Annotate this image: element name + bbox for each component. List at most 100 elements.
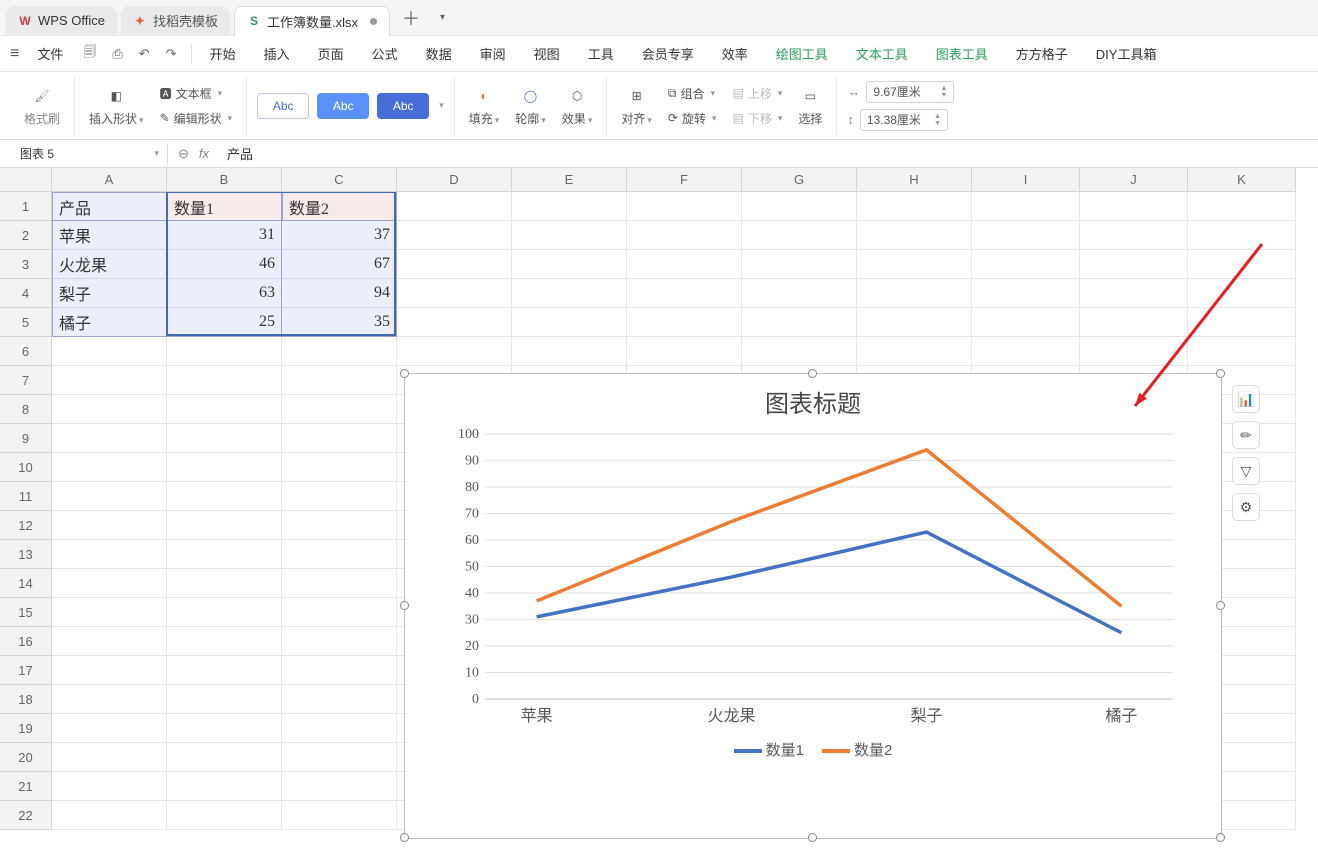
cell-B3[interactable]: 46 — [167, 250, 282, 279]
fbar-fx-icon[interactable]: fx — [199, 146, 209, 161]
cell-C21[interactable] — [282, 772, 397, 801]
cell-G2[interactable] — [742, 221, 857, 250]
cell-G1[interactable] — [742, 192, 857, 221]
select-all-corner[interactable] — [0, 168, 52, 192]
menu-效率[interactable]: 效率 — [712, 38, 758, 69]
row-header-14[interactable]: 14 — [0, 569, 52, 598]
cell-B11[interactable] — [167, 482, 282, 511]
cell-F4[interactable] — [627, 279, 742, 308]
cell-B13[interactable] — [167, 540, 282, 569]
cell-I1[interactable] — [972, 192, 1080, 221]
cell-B6[interactable] — [167, 337, 282, 366]
shape-style-2[interactable]: Abc — [317, 93, 369, 119]
row-header-20[interactable]: 20 — [0, 743, 52, 772]
cell-A16[interactable] — [52, 627, 167, 656]
cell-C2[interactable]: 37 — [282, 221, 397, 250]
cell-I3[interactable] — [972, 250, 1080, 279]
cell-A3[interactable]: 火龙果 — [52, 250, 167, 279]
menu-方方格子[interactable]: 方方格子 — [1006, 38, 1078, 69]
cell-A8[interactable] — [52, 395, 167, 424]
menu-DIY工具箱[interactable]: DIY工具箱 — [1086, 38, 1167, 69]
cell-C17[interactable] — [282, 656, 397, 685]
cell-B5[interactable]: 25 — [167, 308, 282, 337]
menu-数据[interactable]: 数据 — [416, 38, 462, 69]
group-button[interactable]: ⧉组合▾ — [664, 83, 721, 104]
align-button[interactable]: ⊞ 对齐▾ — [617, 82, 656, 129]
cell-A14[interactable] — [52, 569, 167, 598]
series-line[interactable] — [537, 450, 1122, 606]
cell-A19[interactable] — [52, 714, 167, 743]
effect-button[interactable]: ⬡ 效果▾ — [558, 82, 597, 129]
cell-A9[interactable] — [52, 424, 167, 453]
cell-A4[interactable]: 梨子 — [52, 279, 167, 308]
cell-J5[interactable] — [1080, 308, 1188, 337]
cell-C12[interactable] — [282, 511, 397, 540]
cell-A21[interactable] — [52, 772, 167, 801]
resize-handle[interactable] — [400, 601, 409, 610]
select-button[interactable]: ▭ 选择 — [794, 82, 826, 129]
cell-A22[interactable] — [52, 801, 167, 830]
col-header-J[interactable]: J — [1080, 168, 1188, 192]
cell-E4[interactable] — [512, 279, 627, 308]
cell-D5[interactable] — [397, 308, 512, 337]
cell-G4[interactable] — [742, 279, 857, 308]
tab-add-button[interactable]: ＋ — [394, 1, 428, 35]
cell-C18[interactable] — [282, 685, 397, 714]
col-header-G[interactable]: G — [742, 168, 857, 192]
cell-C13[interactable] — [282, 540, 397, 569]
rotate-button[interactable]: ⟳旋转▾ — [664, 108, 721, 129]
fill-button[interactable]: ◐ 填充▾ — [465, 82, 504, 129]
cell-B19[interactable] — [167, 714, 282, 743]
row-header-2[interactable]: 2 — [0, 221, 52, 250]
cell-K4[interactable] — [1188, 279, 1296, 308]
cell-B21[interactable] — [167, 772, 282, 801]
cell-A7[interactable] — [52, 366, 167, 395]
menu-工具[interactable]: 工具 — [578, 38, 624, 69]
menu-插入[interactable]: 插入 — [254, 38, 300, 69]
cell-A13[interactable] — [52, 540, 167, 569]
row-header-12[interactable]: 12 — [0, 511, 52, 540]
cell-C16[interactable] — [282, 627, 397, 656]
chart-elements-button[interactable]: 📊 — [1232, 385, 1260, 413]
cell-D1[interactable] — [397, 192, 512, 221]
fbar-cancel-icon[interactable]: ⊖ — [178, 146, 189, 162]
cell-I6[interactable] — [972, 337, 1080, 366]
col-header-E[interactable]: E — [512, 168, 627, 192]
cell-K3[interactable] — [1188, 250, 1296, 279]
cell-G3[interactable] — [742, 250, 857, 279]
cell-J1[interactable] — [1080, 192, 1188, 221]
cell-C22[interactable] — [282, 801, 397, 830]
menu-公式[interactable]: 公式 — [362, 38, 408, 69]
row-header-11[interactable]: 11 — [0, 482, 52, 511]
cell-J2[interactable] — [1080, 221, 1188, 250]
cell-C8[interactable] — [282, 395, 397, 424]
cell-B4[interactable]: 63 — [167, 279, 282, 308]
formula-input[interactable]: 产品 — [219, 144, 1318, 163]
cell-A18[interactable] — [52, 685, 167, 714]
height-input[interactable]: 13.38厘米▲▼ — [860, 109, 948, 131]
cell-B10[interactable] — [167, 453, 282, 482]
cell-K6[interactable] — [1188, 337, 1296, 366]
cell-I2[interactable] — [972, 221, 1080, 250]
col-header-C[interactable]: C — [282, 168, 397, 192]
row-header-19[interactable]: 19 — [0, 714, 52, 743]
cell-H1[interactable] — [857, 192, 972, 221]
row-header-3[interactable]: 3 — [0, 250, 52, 279]
cell-K5[interactable] — [1188, 308, 1296, 337]
cell-G5[interactable] — [742, 308, 857, 337]
edit-shape-button[interactable]: ✎编辑形状▾ — [156, 108, 237, 129]
row-header-1[interactable]: 1 — [0, 192, 52, 221]
menu-会员专享[interactable]: 会员专享 — [632, 38, 704, 69]
cell-I5[interactable] — [972, 308, 1080, 337]
cell-J3[interactable] — [1080, 250, 1188, 279]
cell-B14[interactable] — [167, 569, 282, 598]
cell-A15[interactable] — [52, 598, 167, 627]
col-header-D[interactable]: D — [397, 168, 512, 192]
quick-save-icon[interactable]: 🗐 — [77, 39, 102, 69]
row-header-8[interactable]: 8 — [0, 395, 52, 424]
menu-视图[interactable]: 视图 — [524, 38, 570, 69]
chart-filter-button[interactable]: ▽ — [1232, 457, 1260, 485]
cell-D4[interactable] — [397, 279, 512, 308]
cell-B1[interactable]: 数量1 — [167, 192, 282, 221]
tab-2[interactable]: S工作簿数量.xlsx — [234, 6, 390, 36]
